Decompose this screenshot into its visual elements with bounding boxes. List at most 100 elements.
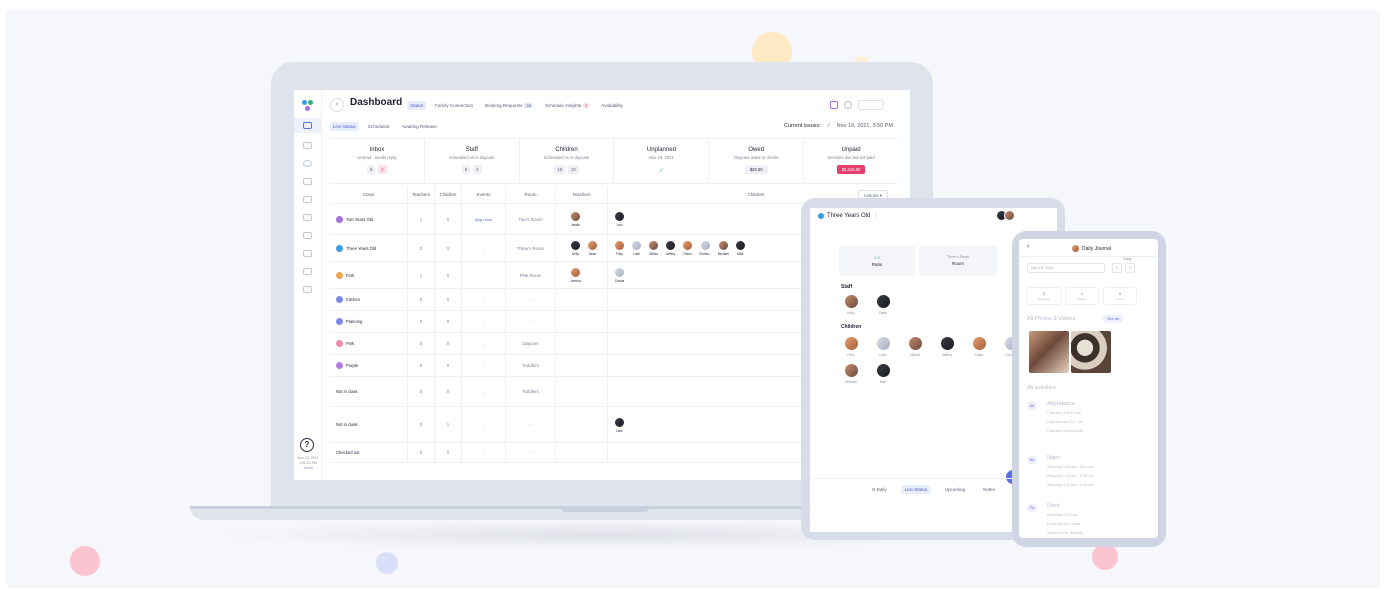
tab-notes[interactable]: Notes [979, 485, 999, 494]
class-cell[interactable]: Planning [330, 311, 408, 332]
child-avatar[interactable]: Christo... [699, 240, 712, 256]
event-label[interactable]: - [483, 422, 484, 427]
list-icon[interactable] [303, 268, 312, 275]
event-label[interactable]: - [483, 297, 484, 302]
teacher-avatar[interactable]: Jessie [570, 211, 581, 227]
grid-icon[interactable] [303, 122, 312, 129]
child-avatar[interactable]: Fabio [970, 336, 988, 357]
date-picker[interactable]: Nov 19, 2021 [1027, 263, 1105, 273]
col-class[interactable]: Class [330, 186, 408, 203]
tab-booking-requests[interactable]: Booking Requests 26 [482, 101, 536, 110]
class-cell[interactable]: Checked out [330, 443, 408, 462]
today-link[interactable]: Today [1123, 257, 1132, 261]
back-button[interactable]: ‹ [330, 98, 344, 112]
people-icon[interactable] [303, 160, 312, 167]
child-avatar[interactable]: Jeffery [665, 240, 676, 256]
col-teachers-count[interactable]: Teachers [408, 186, 435, 203]
child-avatar[interactable]: Dale [614, 416, 625, 433]
tab-status[interactable]: Status [407, 101, 427, 110]
col-teachers[interactable]: Teachers [556, 186, 608, 203]
col-children-count[interactable]: Children [435, 186, 462, 203]
stat-photos[interactable]: 1 Photos [1065, 287, 1099, 305]
summary-owed[interactable]: Owed Daycare owes to clients $20.60 [709, 139, 805, 183]
tab-upcoming[interactable]: Upcoming [941, 485, 969, 494]
footer-user[interactable]: Tamra [295, 466, 321, 471]
event-label[interactable]: - [483, 389, 484, 394]
class-cell[interactable]: Fork [330, 262, 408, 288]
child-avatar[interactable]: Matt [734, 240, 746, 256]
event-label[interactable]: - [483, 363, 484, 368]
more-icon[interactable]: ⋮ [873, 212, 879, 219]
child-avatar[interactable]: Matt [874, 363, 892, 384]
stat-activities[interactable]: 2 Activities [1027, 287, 1061, 305]
summary-staff[interactable]: Staff Scheduled vs in daycare 54 [425, 139, 520, 183]
calendar-icon[interactable] [303, 142, 312, 149]
event-label[interactable]: Align time [475, 217, 493, 222]
subtab-scheduled[interactable]: Scheduled [365, 122, 393, 131]
class-cell[interactable]: Two Years Old [330, 204, 408, 234]
class-cell[interactable]: Purple [330, 355, 408, 376]
col-events[interactable]: Events [462, 186, 506, 203]
message-icon[interactable] [303, 178, 312, 185]
child-avatar[interactable]: Fitzy [842, 336, 860, 357]
teacher-avatar[interactable]: Jemma [570, 267, 581, 283]
event-label[interactable]: - [483, 450, 484, 455]
tab-daily[interactable]: N Daily [868, 485, 891, 494]
page-subtitle: - [351, 110, 353, 115]
col-room[interactable]: Room [506, 186, 556, 203]
summary-children[interactable]: Children Scheduled vs in daycare 18 10 [520, 139, 615, 183]
class-cell[interactable]: Three Years Old [330, 235, 408, 261]
bell-icon[interactable] [303, 196, 312, 203]
child-avatar[interactable]: Luke [874, 336, 892, 357]
teacher-avatar[interactable]: Kelly [570, 240, 581, 256]
child-avatar[interactable]: Luke [631, 240, 642, 256]
class-cell[interactable]: Kitchen [330, 289, 408, 310]
summary-unplanned[interactable]: Unplanned Nov 19, 2021 ✓ [614, 139, 710, 183]
tab-family-connection[interactable]: Family Connection [432, 101, 476, 110]
class-cell[interactable]: Not in class [330, 407, 408, 442]
back-arrow-icon[interactable]: ‹ [1027, 243, 1029, 250]
staff-avatar[interactable]: Dean [874, 294, 892, 315]
see-all-link[interactable]: See all [1103, 315, 1123, 323]
child-avatar[interactable]: Nikola [906, 336, 924, 357]
subtab-live-status[interactable]: Live Status [330, 122, 359, 131]
settings-icon[interactable] [303, 286, 312, 293]
child-avatar[interactable]: Loki [614, 211, 625, 227]
summary-unpaid[interactable]: Unpaid Services due but not paid $5,218.… [804, 139, 898, 183]
next-day-button[interactable]: › [1125, 263, 1135, 273]
event-label[interactable]: - [483, 246, 484, 251]
teacher-avatar[interactable]: Dean [587, 240, 598, 256]
tab-availability[interactable]: Availability [598, 101, 626, 110]
class-cell[interactable]: Pink [330, 333, 408, 354]
user-menu-button[interactable] [858, 100, 884, 110]
child-avatar[interactable]: Michael [842, 363, 860, 384]
child-avatar[interactable]: Jeffery [938, 336, 956, 357]
child-avatar[interactable]: Fabio [682, 240, 693, 256]
child-avatar[interactable]: Carola [614, 267, 625, 283]
journal-photo[interactable] [1071, 331, 1111, 373]
staff-avatar[interactable]: Kelly [842, 294, 860, 315]
child-avatar[interactable]: Fitzy [614, 240, 625, 256]
activity-detail: Snack some, banana [1047, 531, 1083, 535]
event-label[interactable]: - [483, 319, 484, 324]
event-label[interactable]: - [483, 341, 484, 346]
summary-inbox[interactable]: Inbox Unread · needs reply 52 [330, 139, 425, 183]
journal-photo[interactable] [1029, 331, 1069, 373]
tab-schedule-insights[interactable]: Schedule Insights 3 [542, 101, 593, 110]
refresh-icon[interactable] [844, 101, 852, 109]
help-icon[interactable]: ? [300, 438, 314, 452]
room-cell: - [506, 311, 556, 332]
notification-icon[interactable] [830, 101, 838, 109]
card-icon[interactable] [303, 214, 312, 221]
prev-day-button[interactable]: ‹ [1112, 263, 1122, 273]
tab-live-status[interactable]: Live Status [900, 485, 931, 494]
subtab-awaiting-release[interactable]: Awaiting Release [398, 122, 439, 131]
child-avatar[interactable]: Nikola [648, 240, 659, 256]
class-cell[interactable]: Not in class [330, 377, 408, 406]
summary-strip: Inbox Unread · needs reply 52 Staff Sche… [330, 138, 898, 184]
avatar[interactable] [1004, 210, 1015, 221]
chart-icon[interactable] [303, 250, 312, 257]
child-avatar[interactable]: Michael [717, 240, 729, 256]
billing-icon[interactable] [303, 232, 312, 239]
stat-likes[interactable]: 0 Likes [1103, 287, 1137, 305]
